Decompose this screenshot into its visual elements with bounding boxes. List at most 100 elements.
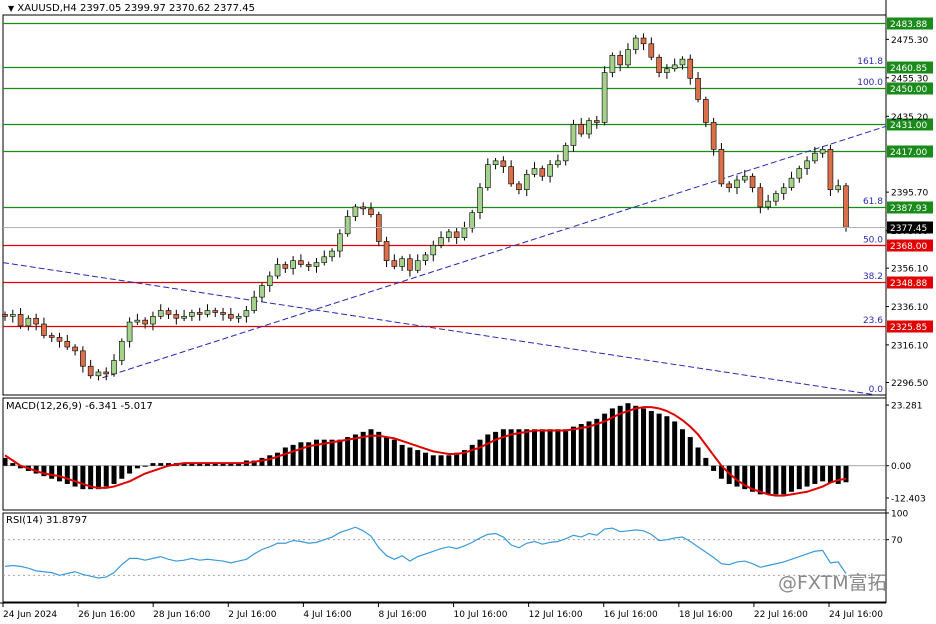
x-tick-label: 28 Jun 16:00 [153,610,210,620]
candle-body [298,260,304,265]
macd-histogram-bar [2,457,8,466]
macd-histogram-bar [679,429,685,466]
macd-histogram-bar [773,465,779,495]
candle-body [189,312,195,317]
candle-body [796,168,803,179]
macd-histogram-bar [423,452,428,466]
candle-body [251,296,257,311]
level-price-label: 2368.00 [890,242,927,252]
candle-body [157,310,164,317]
candle-body [835,185,842,190]
candle-body [555,160,561,165]
watermark: @FXTM富拓 [778,568,887,595]
macd-histogram-bar [757,465,763,495]
macd-histogram-bar [80,465,86,490]
candle-body [625,49,631,66]
candle-body [710,122,717,150]
macd-histogram-bar [391,439,397,466]
fibonacci-label: 38.2 [863,272,883,282]
x-tick-label: 24 Jun 2024 [3,610,57,620]
level-price-label: 2483.88 [890,20,927,30]
candle-body [757,187,764,208]
candle-body [734,179,740,189]
level-price-label: 2387.93 [890,204,927,214]
candle-body [391,260,398,267]
candle-body [516,183,522,190]
candle-body [259,285,265,298]
candle-body [703,99,709,123]
candle-body [142,319,148,325]
candle-body [469,212,476,229]
macd-histogram-bar [641,408,647,466]
fibonacci-label: 23.6 [863,316,883,326]
macd-histogram-bar [57,465,63,482]
candle-body [41,323,47,336]
candle-body [119,340,125,361]
macd-histogram-bar [384,437,390,466]
macd-histogram-bar [532,429,538,466]
candle-body [235,316,242,319]
fibonacci-label: 100.0 [857,78,883,88]
collapse-triangle-icon[interactable]: ▼ [8,4,14,13]
candle-body [609,55,616,73]
candle-body [150,316,156,325]
macd-histogram-bar [578,424,584,466]
x-tick-label: 18 Jul 16:00 [679,610,733,620]
candle-body [430,245,437,256]
rsi-title: RSI(14) 31.8797 [6,515,88,526]
macd-histogram-bar [672,421,678,466]
candle-body [780,187,787,194]
macd-y-tick-label: 0.00 [891,462,911,472]
macd-histogram-bar [695,447,701,466]
candle-body [126,321,133,342]
candle-body [17,314,24,327]
macd-histogram-bar [337,439,343,466]
candle-body [500,160,507,167]
candle-body [601,72,608,123]
candle-body [687,58,694,79]
macd-histogram-bar [703,457,709,466]
macd-histogram-bar [290,444,296,466]
y-tick-label: 2336.10 [891,303,928,313]
macd-histogram-bar [827,465,833,483]
macd-histogram-bar [134,465,140,469]
candle-body [80,350,86,367]
candle-body [407,258,413,271]
macd-histogram-bar [500,429,506,466]
macd-histogram-bar [555,429,561,466]
macd-histogram-bar [656,413,662,466]
x-tick-label: 22 Jul 16:00 [754,610,808,620]
y-tick-label: 2455.30 [891,74,928,84]
x-tick-label: 4 Jul 16:00 [303,610,352,620]
candle-body [33,317,39,325]
symbol-label: XAUUSD,H4 [17,3,77,14]
fibonacci-label: 0.0 [869,385,884,395]
macd-histogram-bar [594,418,600,466]
rsi-line [4,526,847,579]
macd-histogram-bar [72,465,78,487]
candle-body [679,58,686,66]
macd-histogram-bar [415,450,421,466]
candle-body [337,233,343,252]
candle-body [765,200,771,208]
candle-body [266,275,273,286]
candle-body [173,314,180,319]
candle-body [196,312,203,315]
macd-histogram-bar [111,465,117,484]
candle-body [360,206,367,210]
macd-histogram-bar [10,463,16,466]
candle-body [56,337,63,342]
candle-body [87,365,94,377]
candle-body [508,166,514,185]
macd-y-tick-label: 23.281 [891,402,923,412]
candle-body [134,319,141,323]
macd-histogram-bar [788,465,794,492]
candle-body [788,177,795,189]
fibonacci-label: 161.8 [857,57,883,67]
trading-chart[interactable]: 2483.882460.852450.002431.002417.002387.… [0,0,936,624]
candle-body [321,256,328,263]
macd-histogram-bar [633,405,639,466]
candle-body [547,164,553,177]
macd-histogram-bar [648,411,654,466]
candle-body [220,312,226,315]
